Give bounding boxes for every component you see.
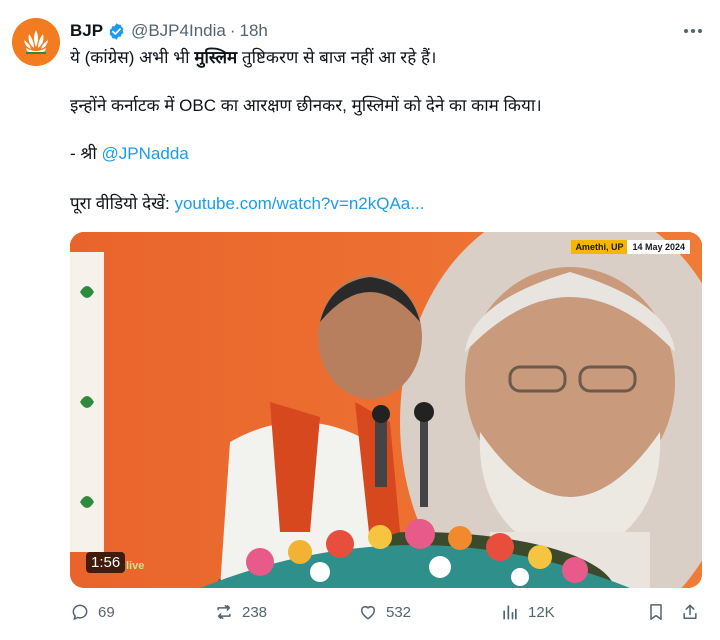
share-button[interactable] [680, 602, 700, 622]
more-dot-icon [691, 29, 695, 33]
repost-button[interactable]: 238 [214, 602, 267, 622]
like-count: 532 [386, 603, 412, 621]
repost-count: 238 [242, 603, 268, 621]
youtube-link[interactable]: youtube.com/watch?v=n2kQAa... [174, 194, 424, 213]
repost-icon [217, 605, 231, 619]
location-label: Amethi, UP [571, 240, 628, 254]
tweet-line-2: इन्होंने कर्नाटक में OBC का आरक्षण छीनकर… [70, 96, 542, 115]
heart-icon [361, 606, 375, 620]
tweet-text-bold: मुस्लिम [194, 48, 238, 67]
reply-button[interactable]: 69 [70, 602, 115, 622]
author-name[interactable]: BJP [70, 21, 103, 41]
channel-watermark: live [126, 560, 145, 572]
bookmark-button[interactable] [646, 602, 666, 622]
tweet-card[interactable]: BJP @BJP4India · 18h ये (कांग्रेस) अभी भ… [0, 0, 720, 640]
tweet-header: BJP @BJP4India · 18h [70, 20, 268, 42]
reply-icon [72, 604, 88, 620]
like-button[interactable]: 532 [358, 602, 411, 622]
tweet-text-segment: - श्री [70, 144, 102, 163]
tweet-text-segment: ये (कांग्रेस) अभी भी [70, 48, 195, 67]
view-count: 12K [528, 603, 555, 621]
bookmark-icon [650, 604, 662, 620]
reply-count: 69 [98, 603, 115, 621]
mention-link[interactable]: @JPNadda [102, 144, 189, 163]
tweet-line-1: ये (कांग्रेस) अभी भी मुस्लिम तुष्टिकरण स… [70, 46, 436, 70]
share-icon [683, 604, 697, 619]
video-duration: 1:56 [86, 552, 126, 573]
separator-dot: · [229, 21, 236, 40]
more-dot-icon [684, 29, 688, 33]
location-date-badge: Amethi, UP 14 May 2024 [571, 240, 690, 254]
tweet-line-4: पूरा वीडियो देखें: youtube.com/watch?v=n… [70, 192, 424, 216]
video-player[interactable]: Amethi, UP 14 May 2024 1:56 live [70, 232, 702, 588]
video-thumbnail-image [70, 232, 702, 588]
tweet-text-segment: तुष्टिकरण से बाज नहीं आ रहे हैं। [237, 48, 437, 67]
views-button[interactable]: 12K [500, 602, 555, 622]
more-options-button[interactable] [680, 20, 706, 42]
date-label: 14 May 2024 [627, 240, 690, 254]
verified-badge-icon [109, 22, 124, 40]
views-chart-icon [503, 605, 517, 620]
avatar[interactable] [12, 18, 60, 66]
more-dot-icon [698, 29, 702, 33]
bjp-lotus-logo-icon [12, 18, 60, 66]
action-bar: 69 238 532 12K [70, 602, 702, 630]
author-handle[interactable]: @BJP4India [131, 21, 226, 41]
tweet-text-segment: पूरा वीडियो देखें: [70, 194, 175, 213]
timestamp[interactable]: 18h [240, 21, 268, 41]
tweet-line-3: - श्री @JPNadda [70, 142, 189, 166]
